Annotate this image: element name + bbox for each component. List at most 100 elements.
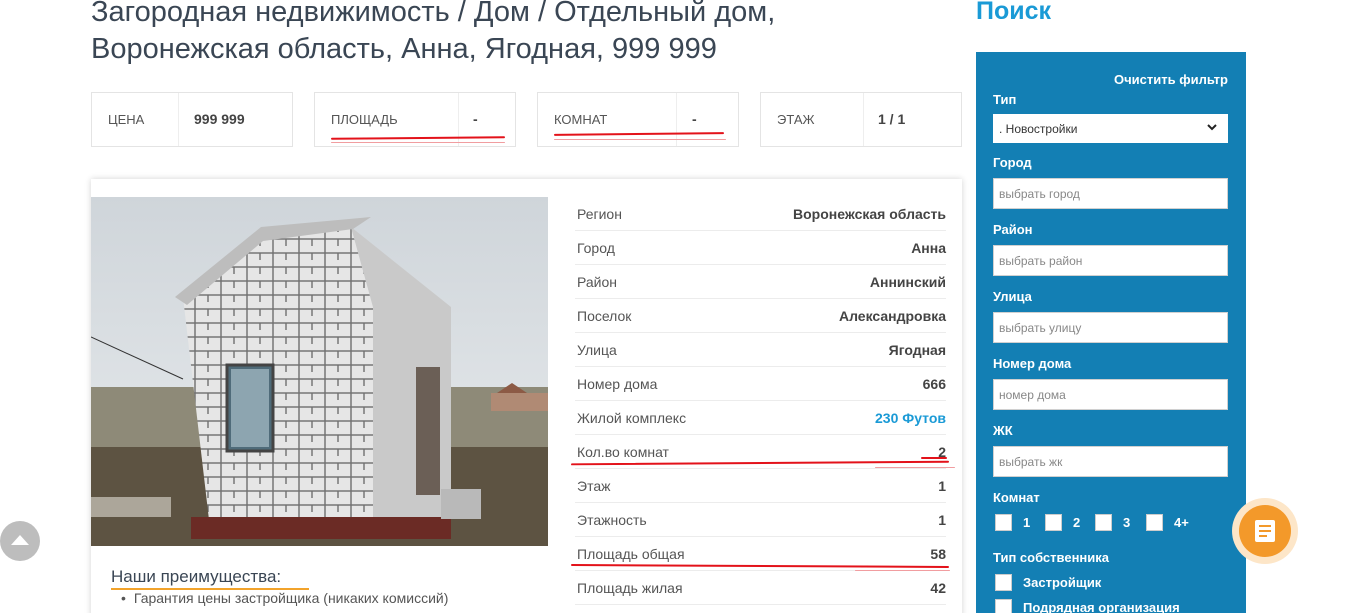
property-value: Анна <box>911 240 946 256</box>
advantage-item: Гарантия цены застройщика (никаких комис… <box>121 590 448 606</box>
rooms-checkbox-3[interactable] <box>1095 514 1112 531</box>
type-select[interactable]: . Новостройки <box>993 114 1228 143</box>
property-key: Район <box>577 274 617 290</box>
street-input[interactable]: выбрать улицу <box>993 312 1228 343</box>
district-input[interactable]: выбрать район <box>993 245 1228 276</box>
type-label: Тип <box>993 92 1017 107</box>
complex-label: ЖК <box>993 423 1013 438</box>
property-key: Жилой комплекс <box>577 410 687 426</box>
property-row-street: Улица Ягодная <box>575 333 946 367</box>
property-key: Этаж <box>577 478 611 494</box>
property-value: 58 <box>930 546 946 562</box>
annotation-underline <box>553 132 725 136</box>
property-row-village: Поселок Александровка <box>575 299 946 333</box>
house-number-label: Номер дома <box>993 356 1072 371</box>
property-value: Александровка <box>838 308 946 324</box>
rooms-option-label: 1 <box>1023 515 1031 530</box>
property-row-floor: Этаж 1 <box>575 469 946 503</box>
street-label: Улица <box>993 289 1032 304</box>
property-row-city: Город Анна <box>575 231 946 265</box>
owner-type-label: Тип собственника <box>993 550 1110 565</box>
annotation-underline <box>331 142 505 143</box>
complex-input[interactable]: выбрать жк <box>993 446 1228 477</box>
advantages-title: Наши преимущества: <box>111 567 282 586</box>
property-key: Поселок <box>577 308 632 324</box>
search-filter-panel: Очистить фильтр Тип . Новостройки Город … <box>976 52 1246 613</box>
property-card: Наши преимущества: Гарантия цены застрой… <box>91 179 962 613</box>
property-key: Регион <box>577 206 622 222</box>
stat-value: 1 / 1 <box>878 111 906 127</box>
annotation-underline <box>570 460 950 466</box>
property-key: Номер дома <box>577 376 658 392</box>
house-photo-image <box>91 197 548 546</box>
property-details: Регион Воронежская область Город Анна Райо… <box>570 197 955 605</box>
property-key: Улица <box>577 342 617 358</box>
property-value: Ягодная <box>888 342 946 358</box>
stat-value: - <box>473 111 478 127</box>
scroll-to-top-button[interactable] <box>0 521 40 561</box>
property-value: 666 <box>922 376 946 392</box>
stat-value: 999 999 <box>194 111 245 127</box>
advantages-list: Гарантия цены застройщика (никаких комис… <box>121 590 448 606</box>
property-row-total-area: Площадь общая 58 <box>570 537 950 571</box>
arrow-up-icon <box>11 535 29 545</box>
property-row-region: Регион Воронежская область <box>575 197 946 231</box>
stat-label: КОМНАТ <box>554 112 608 127</box>
rooms-option-label: 2 <box>1073 515 1081 530</box>
owner-option-label: Застройщик <box>1023 575 1102 590</box>
property-row-house-number: Номер дома 666 <box>575 367 946 401</box>
property-value: 1 <box>938 512 946 528</box>
city-label: Город <box>993 155 1032 170</box>
type-select-value: . Новостройки <box>999 122 1078 136</box>
annotation-underline <box>570 564 950 568</box>
property-row-living-area: Площадь жилая 42 <box>575 571 946 605</box>
owner-checkbox-contractor[interactable] <box>995 599 1012 613</box>
property-row-district: Район Аннинский <box>575 265 946 299</box>
city-input[interactable]: выбрать город <box>993 178 1228 209</box>
stat-label: ЦЕНА <box>108 112 145 127</box>
document-icon <box>1255 520 1275 542</box>
rooms-checkbox-1[interactable] <box>995 514 1012 531</box>
annotation-underline <box>921 457 947 459</box>
property-value: Аннинский <box>869 274 946 290</box>
page-title-line2: Воронежская область, Анна, Ягодная, 999 … <box>91 33 717 65</box>
page-title: Загородная недвижимость / Дом / Отдельны… <box>91 0 951 68</box>
stat-value: - <box>692 111 697 127</box>
property-photo[interactable] <box>91 197 548 546</box>
owner-checkbox-developer[interactable] <box>995 574 1012 591</box>
stat-area: ПЛОЩАДЬ - <box>314 92 516 147</box>
property-key: Кол.во комнат <box>577 444 669 460</box>
stat-divider <box>863 93 864 146</box>
property-row-complex: Жилой комплекс 230 Футов <box>575 401 946 435</box>
property-row-floors: Этажность 1 <box>575 503 946 537</box>
chat-widget-button[interactable] <box>1232 498 1298 564</box>
district-label: Район <box>993 222 1033 237</box>
stat-divider <box>178 93 179 146</box>
annotation-underline <box>875 467 955 468</box>
stat-floor: ЭТАЖ 1 / 1 <box>760 92 962 147</box>
property-key: Площадь общая <box>577 546 685 562</box>
clear-filter-link[interactable]: Очистить фильтр <box>1114 72 1228 87</box>
property-key: Этажность <box>577 512 647 528</box>
rooms-option-label: 3 <box>1123 515 1131 530</box>
property-key: Город <box>577 240 615 256</box>
property-value: 1 <box>938 478 946 494</box>
stat-label: ЭТАЖ <box>777 112 815 127</box>
annotation-underline <box>330 136 506 140</box>
chevron-down-icon <box>1207 124 1217 131</box>
rooms-label: Комнат <box>993 490 1040 505</box>
search-title: Поиск <box>976 0 1052 25</box>
page-title-line1: Загородная недвижимость / Дом / Отдельны… <box>91 0 776 28</box>
chat-button-core <box>1239 505 1291 557</box>
house-number-input[interactable]: номер дома <box>993 379 1228 410</box>
rooms-checkbox-2[interactable] <box>1045 514 1062 531</box>
owner-option-label: Подрядная организация <box>1023 600 1180 613</box>
stat-price: ЦЕНА 999 999 <box>91 92 293 147</box>
property-key: Площадь жилая <box>577 580 683 596</box>
stat-rooms: КОМНАТ - <box>537 92 739 147</box>
rooms-option-label: 4+ <box>1174 515 1189 530</box>
rooms-checkbox-4plus[interactable] <box>1146 514 1163 531</box>
property-value: Воронежская область <box>793 206 946 222</box>
property-complex-link[interactable]: 230 Футов <box>875 410 946 426</box>
property-value: 42 <box>930 580 946 596</box>
